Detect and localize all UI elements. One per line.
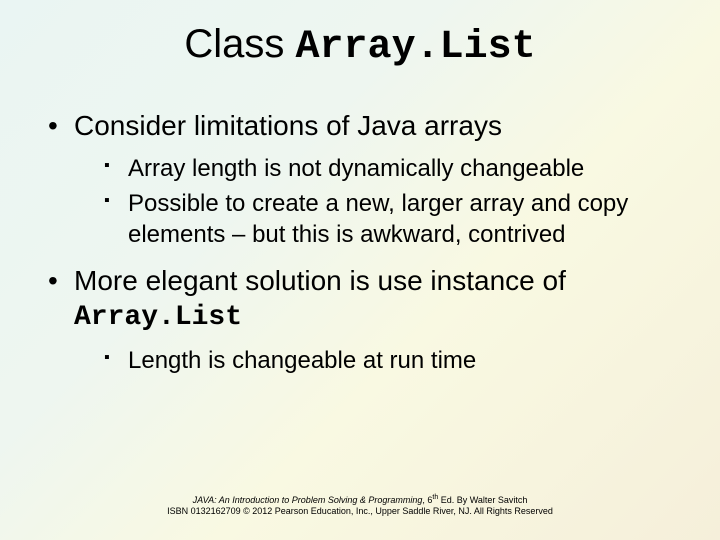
title-mono: Array.List bbox=[296, 25, 536, 70]
bullet-2-sublist: Length is changeable at run time bbox=[74, 345, 680, 376]
bullet-1-text: Consider limitations of Java arrays bbox=[74, 110, 502, 141]
bullet-list: Consider limitations of Java arrays Arra… bbox=[40, 108, 680, 376]
bullet-1: Consider limitations of Java arrays Arra… bbox=[48, 108, 680, 251]
slide: Class Array.List Consider limitations of… bbox=[0, 0, 720, 540]
slide-footer: JAVA: An Introduction to Problem Solving… bbox=[0, 493, 720, 518]
bullet-1-sub-1: Array length is not dynamically changeab… bbox=[104, 153, 680, 184]
bullet-2-mono: Array.List bbox=[74, 300, 680, 335]
footer-line-2: ISBN 0132162709 © 2012 Pearson Education… bbox=[0, 506, 720, 518]
title-prefix: Class bbox=[184, 22, 295, 66]
bullet-2-text: More elegant solution is use instance of bbox=[74, 265, 566, 296]
bullet-2: More elegant solution is use instance of… bbox=[48, 263, 680, 376]
bullet-1-sub-2: Possible to create a new, larger array a… bbox=[104, 188, 680, 250]
bullet-2-sub-1: Length is changeable at run time bbox=[104, 345, 680, 376]
bullet-1-sublist: Array length is not dynamically changeab… bbox=[74, 153, 680, 251]
footer-line-1: JAVA: An Introduction to Problem Solving… bbox=[0, 493, 720, 507]
footer-book: JAVA: An Introduction to Problem Solving… bbox=[193, 495, 423, 505]
footer-byline: Ed. By Walter Savitch bbox=[438, 495, 527, 505]
footer-edition: , 6 bbox=[422, 495, 432, 505]
slide-title: Class Array.List bbox=[40, 22, 680, 70]
